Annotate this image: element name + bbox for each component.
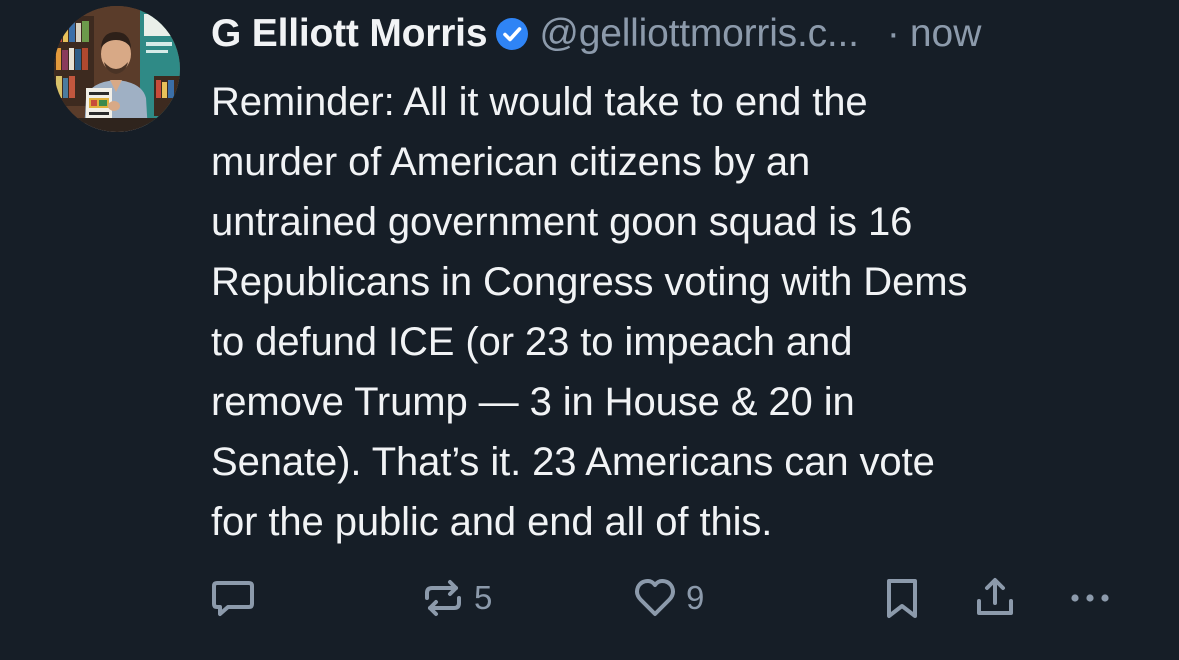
like-icon [630, 573, 680, 623]
time-separator: · [886, 12, 900, 55]
share-button[interactable] [970, 570, 1020, 626]
bookmark-button[interactable] [880, 570, 924, 626]
post-actions-bar: 5 9 [0, 570, 1179, 626]
bookmark-icon [880, 573, 924, 623]
post-timestamp[interactable]: now [910, 12, 982, 56]
more-icon [1065, 573, 1115, 623]
repost-button[interactable]: 5 [418, 570, 492, 626]
avatar-photo [54, 6, 180, 132]
like-count: 9 [686, 579, 705, 616]
repost-icon [418, 573, 468, 623]
reply-icon [208, 573, 258, 623]
post-header: G Elliott Morris @gelliottmorris.c... · … [211, 6, 1141, 62]
author-handle[interactable]: @gelliottmorris.c... [539, 12, 859, 56]
more-options-button[interactable] [1065, 570, 1115, 626]
reply-button[interactable] [208, 570, 264, 626]
like-button[interactable]: 9 [630, 570, 704, 626]
share-icon [970, 573, 1020, 623]
post-text: Reminder: All it would take to end the m… [211, 80, 968, 544]
verified-badge-icon[interactable] [495, 17, 529, 51]
repost-count: 5 [474, 579, 493, 616]
post[interactable]: G Elliott Morris @gelliottmorris.c... · … [0, 0, 1179, 660]
author-display-name[interactable]: G Elliott Morris [211, 12, 488, 56]
author-avatar[interactable] [54, 6, 180, 132]
